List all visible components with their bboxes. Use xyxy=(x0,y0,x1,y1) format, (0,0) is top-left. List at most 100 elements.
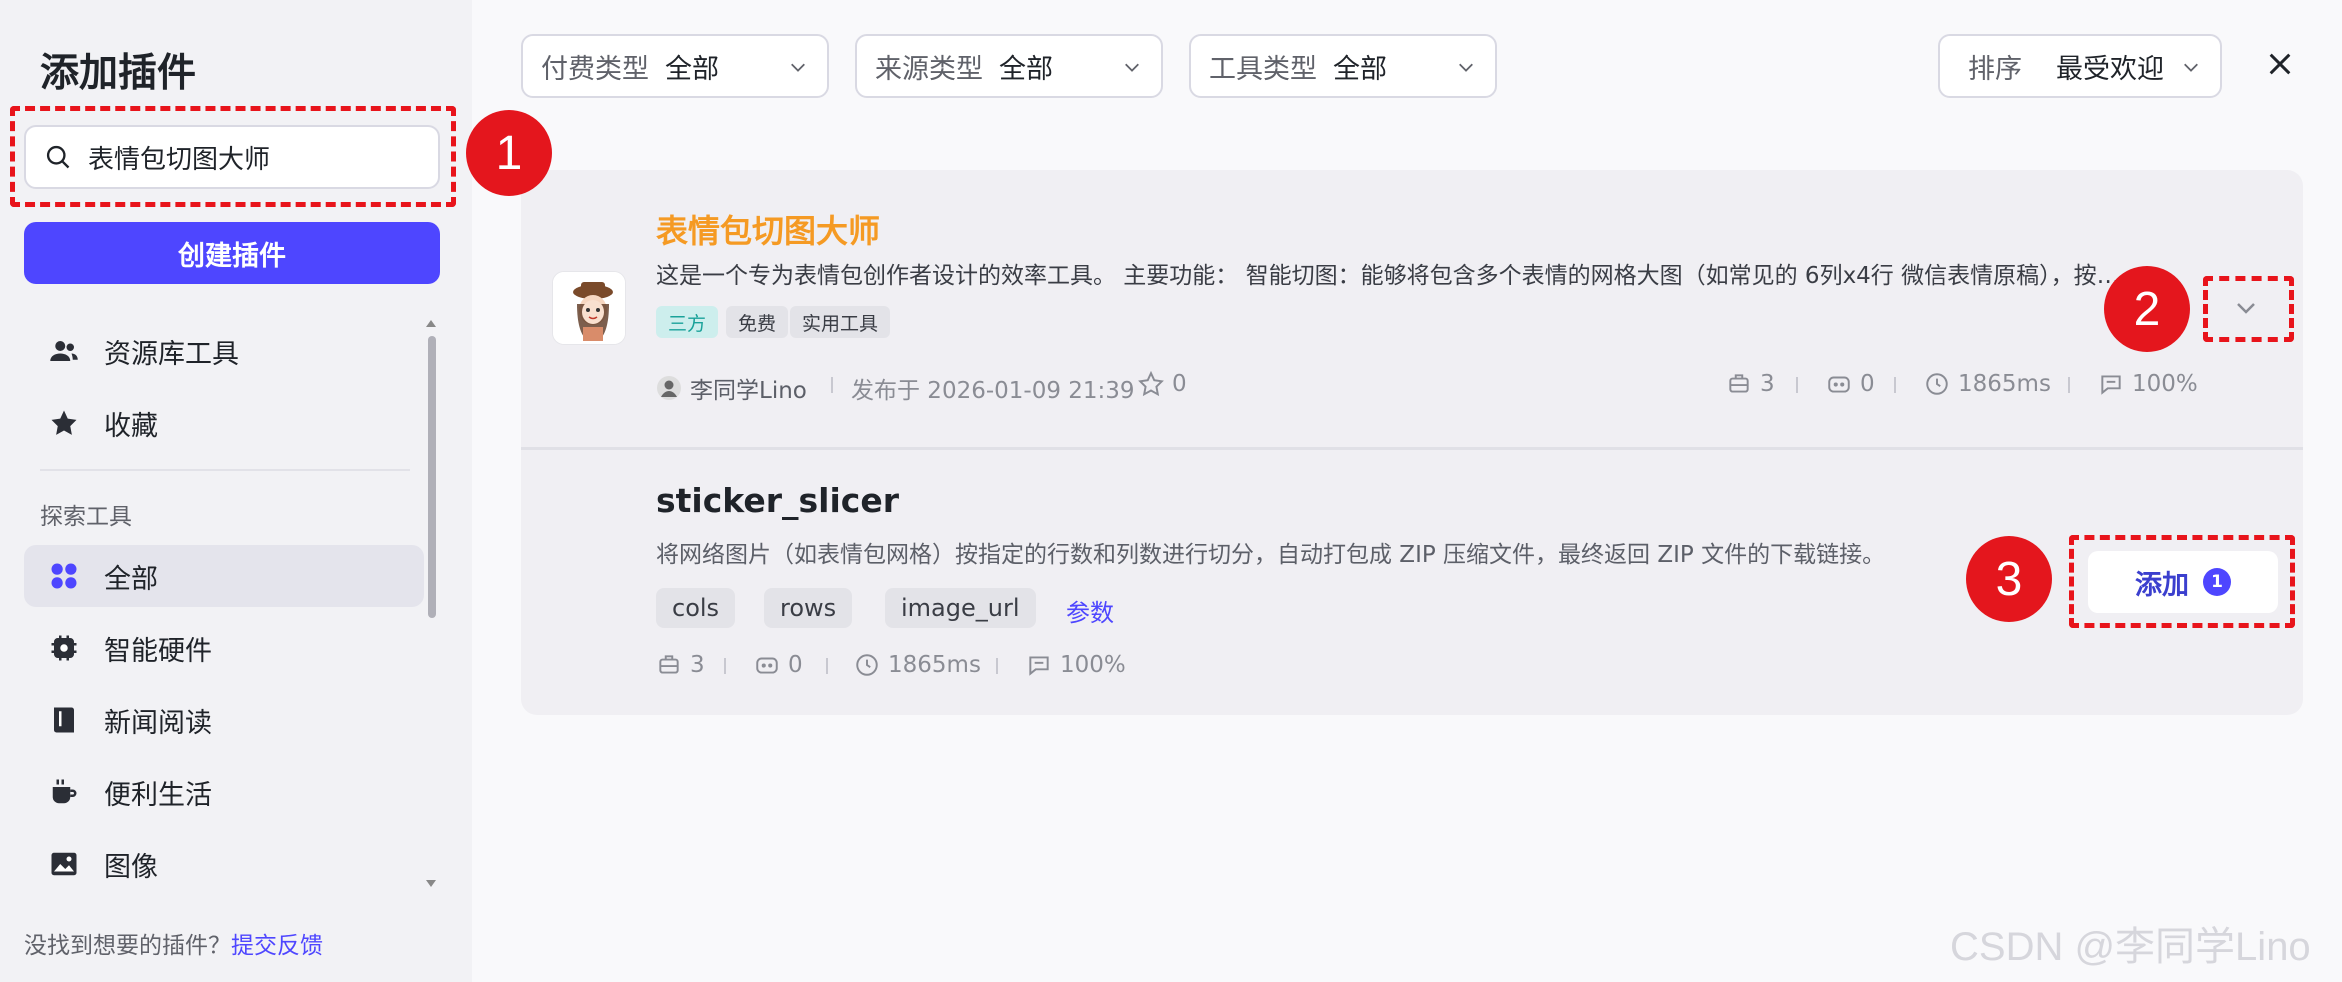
feedback-link[interactable]: 提交反馈 xyxy=(231,933,323,959)
scroll-down-arrow-icon[interactable] xyxy=(426,880,436,887)
sort-select[interactable]: 排序 最受欢迎 xyxy=(1938,34,2222,98)
tag-third-party: 三方 xyxy=(656,306,719,338)
annotation-number: 2 xyxy=(2104,266,2190,352)
filter-value: 全部 xyxy=(665,53,719,85)
stat-value: 0 xyxy=(788,652,803,678)
stat-latency: 1865ms xyxy=(1924,371,2051,397)
plugin-logo xyxy=(552,271,626,345)
scroll-thumb[interactable] xyxy=(428,336,436,618)
feedback-note: 没找到想要的插件？提交反馈 xyxy=(24,926,323,960)
section-label: 探索工具 xyxy=(40,504,132,530)
annotation-number: 3 xyxy=(1966,536,2052,622)
filter-tool-type[interactable]: 工具类型 全部 xyxy=(1189,34,1497,98)
annotation-box-search xyxy=(10,106,456,207)
filter-payment-type[interactable]: 付费类型 全部 xyxy=(521,34,829,98)
users-icon xyxy=(48,335,80,367)
star-outline-icon xyxy=(1138,371,1164,397)
divider xyxy=(724,658,726,674)
divider xyxy=(1796,377,1798,393)
divider xyxy=(1894,377,1896,393)
publish-date: 发布于 2026-01-09 21:39 xyxy=(851,378,1135,404)
nav-label: 全部 xyxy=(104,563,158,595)
divider xyxy=(40,469,410,471)
stat-value: 1865ms xyxy=(1958,371,2051,397)
stat-success-rate: 100% xyxy=(1026,652,1126,678)
star-count: 0 xyxy=(1172,371,1187,397)
scroll-up-arrow-icon[interactable] xyxy=(426,320,436,327)
plugin-tools-icon xyxy=(659,655,679,674)
param-chip: image_url xyxy=(885,588,1036,628)
filter-source-type[interactable]: 来源类型 全部 xyxy=(855,34,1163,98)
filter-label: 付费类型 xyxy=(541,53,649,85)
nav-label: 新闻阅读 xyxy=(104,707,212,739)
params-link[interactable]: 参数 xyxy=(1066,593,1114,628)
chevron-down-icon xyxy=(1125,63,1139,72)
sort-label: 排序 xyxy=(1968,53,2022,85)
chevron-down-icon xyxy=(1459,63,1473,72)
divider xyxy=(826,658,828,674)
stat-value: 3 xyxy=(1760,371,1775,397)
sort-value: 最受欢迎 xyxy=(2056,53,2164,85)
nav-item-smart-hardware[interactable]: 智能硬件 xyxy=(24,617,424,679)
create-plugin-button[interactable]: 创建插件 xyxy=(24,222,440,284)
filter-value: 全部 xyxy=(999,53,1053,85)
stat-value: 100% xyxy=(1060,652,1126,678)
stat-value: 3 xyxy=(690,652,705,678)
stat-tools: 3 xyxy=(656,652,705,678)
nav-item-convenient-life[interactable]: 便利生活 xyxy=(24,761,424,823)
chevron-down-icon xyxy=(2184,63,2198,72)
divider xyxy=(831,377,833,393)
divider xyxy=(996,658,998,674)
stat-value: 100% xyxy=(2132,371,2198,397)
annotation-box-add xyxy=(2069,535,2295,628)
nav-item-image[interactable]: 图像 xyxy=(24,833,424,895)
nav-label: 便利生活 xyxy=(104,779,212,811)
annotation-number: 1 xyxy=(466,110,552,196)
message-icon xyxy=(1029,656,1049,676)
nav-item-library-tools[interactable]: 资源库工具 xyxy=(24,320,424,382)
divider xyxy=(2068,377,2070,393)
chevron-down-icon xyxy=(791,63,805,72)
stat-value: 1865ms xyxy=(888,652,981,678)
author-name: 李同学Lino xyxy=(690,378,807,404)
nav-item-favorites[interactable]: 收藏 xyxy=(24,392,424,454)
author-avatar-icon xyxy=(657,376,681,400)
plugin-title[interactable]: 表情包切图大师 xyxy=(656,206,880,252)
nav-label: 资源库工具 xyxy=(104,338,239,370)
star-icon xyxy=(48,407,80,439)
annotation-box-expand xyxy=(2203,276,2294,342)
tool-name: sticker_slicer xyxy=(656,481,899,520)
clock-icon xyxy=(856,654,878,676)
stat-success-rate: 100% xyxy=(2098,371,2198,397)
nav-label: 智能硬件 xyxy=(104,635,212,667)
nav-label: 收藏 xyxy=(104,410,158,442)
plugin-tools-icon xyxy=(1729,374,1749,393)
stat-latency: 1865ms xyxy=(854,652,981,678)
dialog-title: 添加插件 xyxy=(40,51,197,96)
sticker-avatar-icon xyxy=(553,272,625,344)
nav-item-all[interactable]: 全部 xyxy=(24,545,424,607)
cup-icon xyxy=(48,776,80,808)
close-icon[interactable] xyxy=(2264,48,2296,80)
nav-label: 图像 xyxy=(104,851,158,883)
bot-icon xyxy=(756,657,778,674)
tag-utility: 实用工具 xyxy=(790,306,891,338)
nav-item-news-reading[interactable]: 新闻阅读 xyxy=(24,689,424,751)
filter-label: 工具类型 xyxy=(1209,53,1317,85)
plugin-description: 这是一个专为表情包创作者设计的效率工具。 主要功能： 智能切图：能够将包含多个表… xyxy=(656,263,2120,289)
tag-free: 免费 xyxy=(726,306,789,338)
param-chip: cols xyxy=(656,588,736,628)
tool-description: 将网络图片（如表情包网格）按指定的行数和列数进行切分，自动打包成 ZIP 压缩文… xyxy=(656,542,1886,568)
book-icon xyxy=(48,704,80,736)
plugin-stars[interactable]: 0 xyxy=(1138,371,1187,397)
sidebar-scrollbar[interactable] xyxy=(426,318,436,888)
filter-label: 来源类型 xyxy=(875,53,983,85)
watermark: CSDN @李同学Lino xyxy=(1950,925,2311,969)
plugin-author: 李同学Lino xyxy=(656,371,807,405)
stat-bots: 0 xyxy=(1826,371,1875,397)
stat-value: 0 xyxy=(1860,371,1875,397)
image-icon xyxy=(48,848,80,880)
stat-tools: 3 xyxy=(1726,371,1775,397)
feedback-text: 没找到想要的插件？ xyxy=(24,933,231,959)
param-chip: rows xyxy=(764,588,853,628)
